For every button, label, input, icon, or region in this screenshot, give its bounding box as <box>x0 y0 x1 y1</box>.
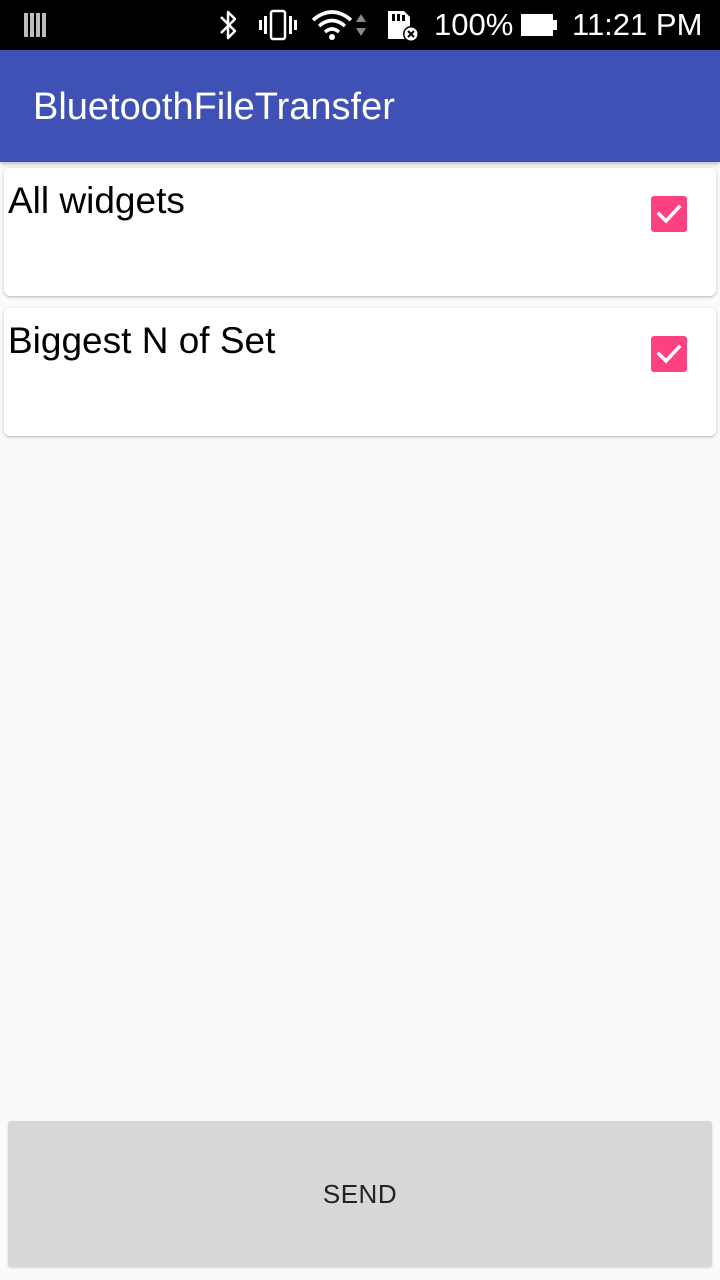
list-item-biggest-n-of-set[interactable]: Biggest N of Set <box>4 308 716 436</box>
battery-percent: 100% <box>434 7 514 42</box>
list-item-label: All widgets <box>8 180 185 221</box>
status-bar: 100% 11:21 PM <box>0 0 720 50</box>
bluetooth-icon <box>214 0 244 50</box>
checkmark-icon <box>656 344 682 364</box>
clock: 11:21 PM <box>572 7 703 42</box>
wifi-icon <box>310 0 354 50</box>
checkmark-icon <box>656 204 682 224</box>
sd-card-icon <box>384 0 420 50</box>
app-title: BluetoothFileTransfer <box>33 86 395 128</box>
send-button[interactable]: SEND <box>8 1121 712 1267</box>
list-item-label: Biggest N of Set <box>8 320 276 361</box>
data-arrows-icon <box>354 0 368 50</box>
vibrate-icon <box>256 0 300 50</box>
battery-icon <box>518 0 560 50</box>
signal-bars-icon <box>22 0 50 50</box>
checkbox-checked[interactable] <box>651 336 687 372</box>
checkbox-checked[interactable] <box>651 196 687 232</box>
app-bar: BluetoothFileTransfer <box>0 50 720 162</box>
list-item-all-widgets[interactable]: All widgets <box>4 168 716 296</box>
